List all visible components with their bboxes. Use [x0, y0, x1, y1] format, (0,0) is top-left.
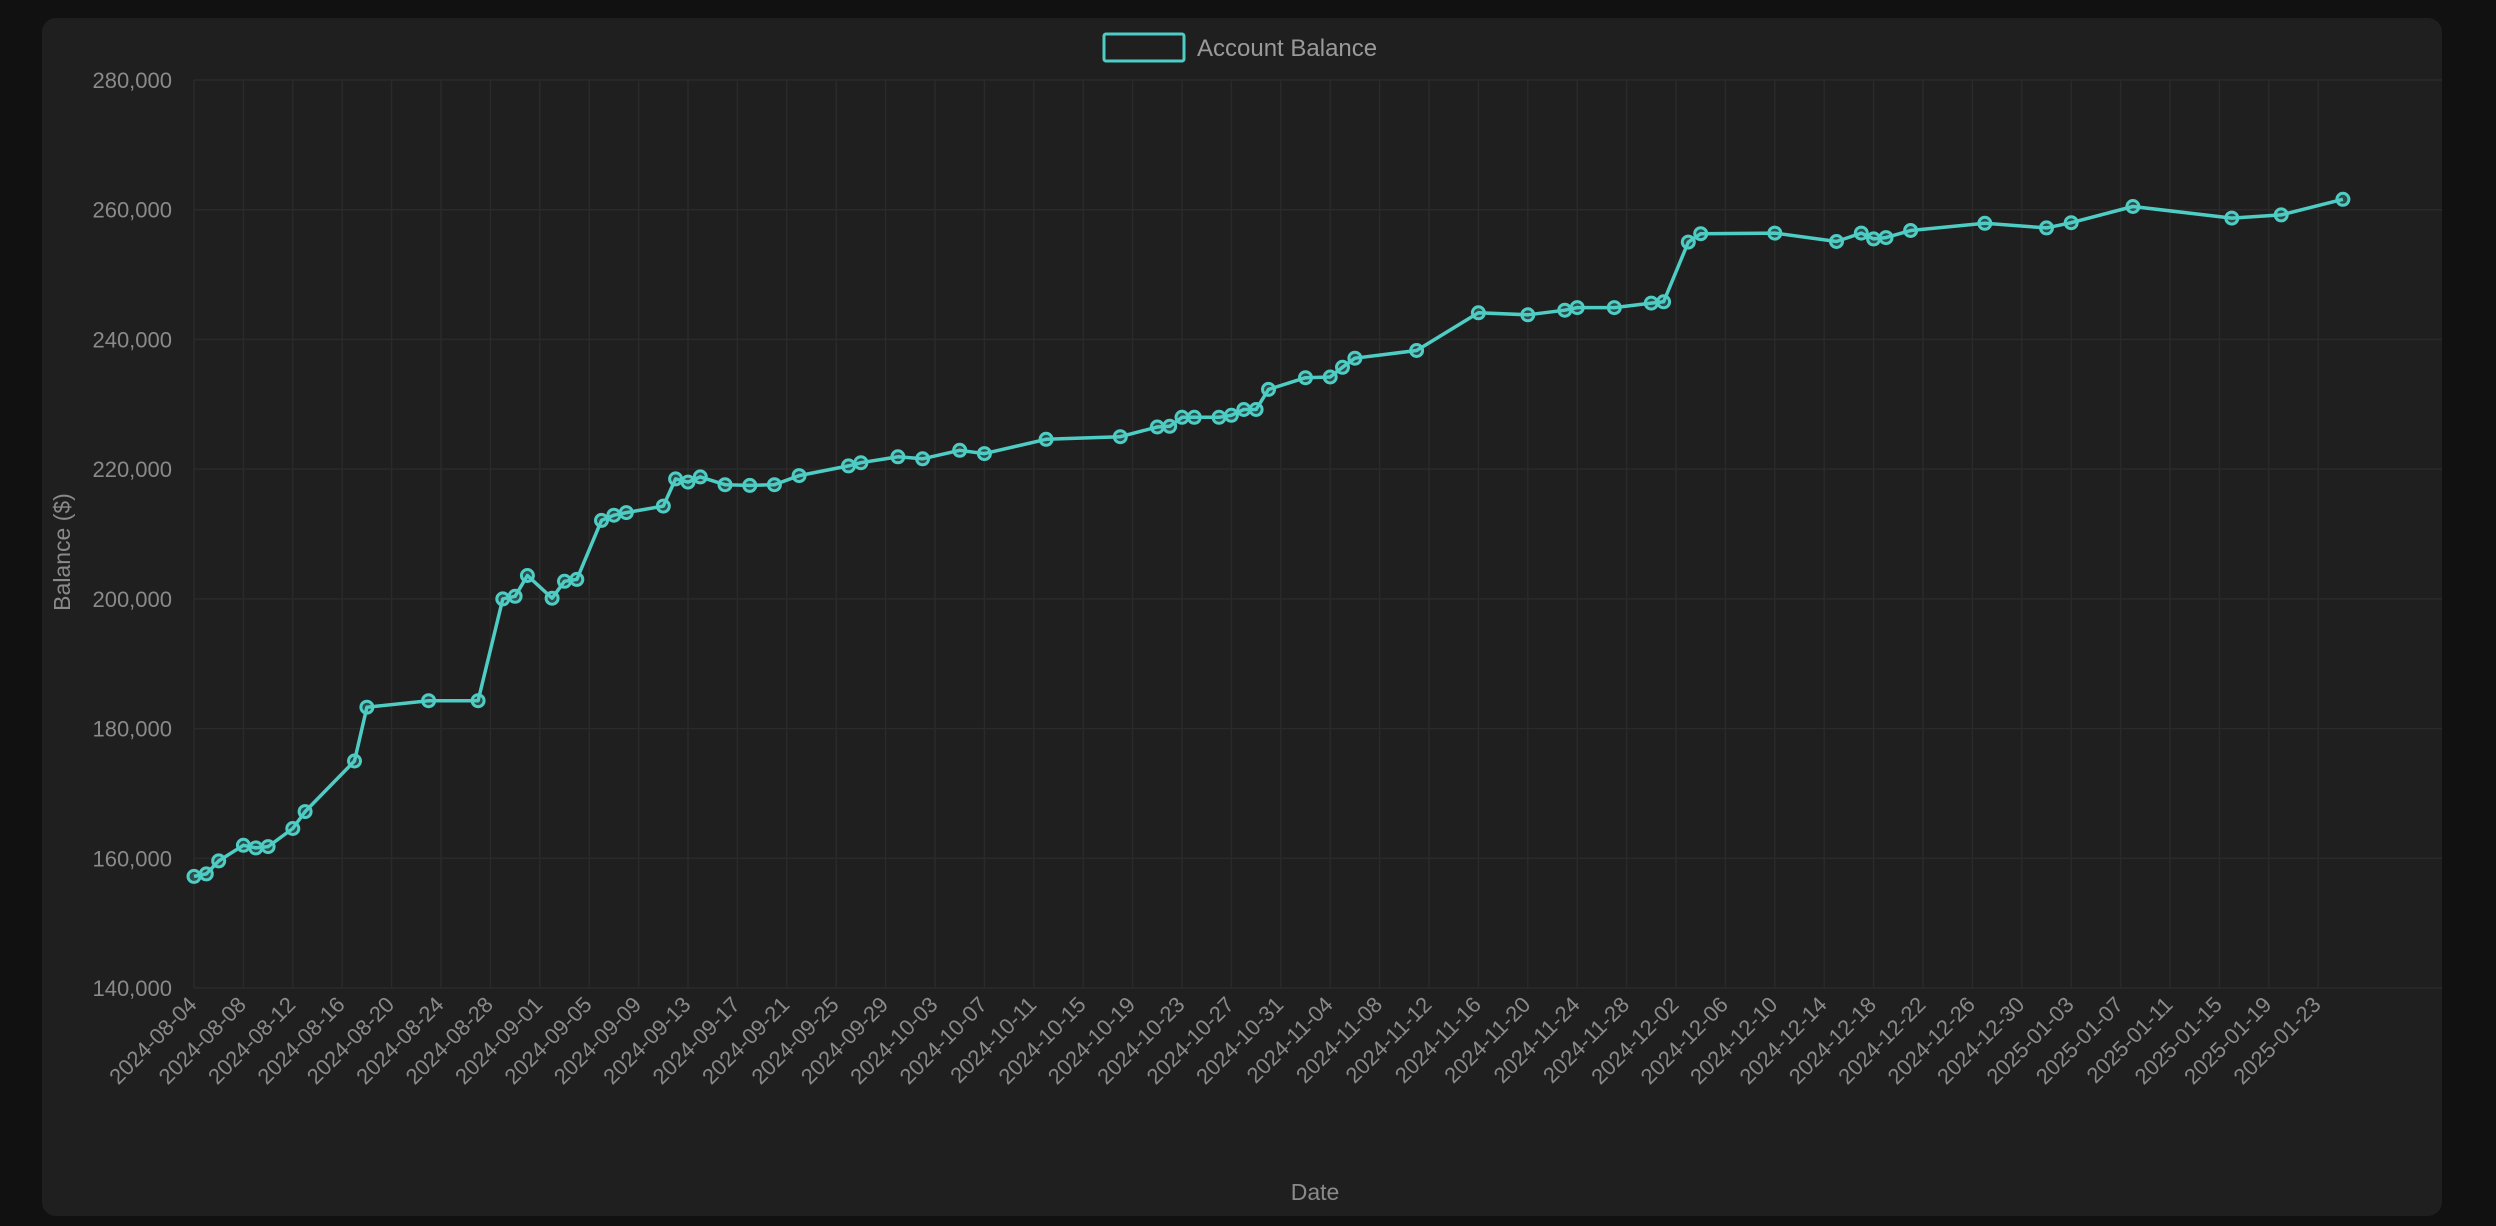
series-account-balance: [186, 191, 2351, 884]
y-tick-label: 180,000: [92, 717, 172, 742]
data-point[interactable]: [766, 477, 782, 493]
data-point[interactable]: [952, 442, 968, 458]
data-point[interactable]: [853, 455, 869, 471]
data-point[interactable]: [841, 458, 856, 474]
data-point[interactable]: [1298, 370, 1313, 386]
data-point[interactable]: [655, 498, 671, 514]
data-point[interactable]: [470, 693, 486, 709]
legend-swatch[interactable]: [1102, 32, 1186, 63]
data-point[interactable]: [606, 507, 622, 523]
data-point[interactable]: [1211, 409, 1227, 425]
data-point[interactable]: [1347, 350, 1363, 366]
data-point[interactable]: [1038, 431, 1054, 447]
data-point[interactable]: [1866, 231, 1882, 247]
data-point[interactable]: [235, 837, 251, 853]
data-point[interactable]: [1162, 418, 1178, 434]
data-point[interactable]: [359, 699, 375, 715]
data-point[interactable]: [1557, 302, 1573, 318]
data-point[interactable]: [2224, 210, 2240, 226]
data-point[interactable]: [2063, 215, 2079, 231]
y-tick-label: 160,000: [92, 846, 172, 871]
data-point[interactable]: [495, 591, 511, 607]
data-point[interactable]: [1903, 223, 1919, 238]
grid-lines: [193, 79, 2442, 989]
data-point[interactable]: [1853, 225, 1869, 241]
data-point[interactable]: [1149, 419, 1165, 435]
y-tick-label: 260,000: [92, 198, 172, 223]
data-point[interactable]: [1322, 369, 1338, 385]
data-point[interactable]: [692, 469, 708, 485]
data-point[interactable]: [1335, 359, 1350, 375]
data-point[interactable]: [1569, 300, 1585, 316]
data-point[interactable]: [297, 804, 313, 820]
y-tick-label: 220,000: [92, 457, 172, 482]
y-tick-label: 140,000: [92, 976, 172, 1001]
data-point[interactable]: [569, 571, 585, 587]
data-point[interactable]: [594, 512, 609, 528]
data-point[interactable]: [890, 449, 906, 465]
series-line: [193, 197, 2344, 879]
legend-label[interactable]: Account Balance: [1197, 35, 1377, 62]
data-point[interactable]: [791, 468, 807, 484]
data-point[interactable]: [1409, 343, 1425, 358]
y-tick-label: 280,000: [92, 68, 172, 93]
data-point[interactable]: [1236, 402, 1252, 417]
data-point[interactable]: [1643, 295, 1659, 311]
data-point[interactable]: [1829, 234, 1844, 249]
y-tick-label: 200,000: [92, 587, 172, 612]
y-tick-label: 240,000: [92, 327, 172, 352]
data-point[interactable]: [742, 477, 758, 493]
data-point[interactable]: [186, 868, 202, 884]
data-point[interactable]: [248, 840, 264, 856]
data-point[interactable]: [1680, 234, 1696, 250]
data-point[interactable]: [680, 474, 696, 490]
data-point[interactable]: [519, 568, 535, 583]
data-point[interactable]: [915, 451, 931, 467]
data-point[interactable]: [211, 853, 227, 869]
data-point[interactable]: [2273, 207, 2289, 223]
y-axis: 140,000 160,000 180,000 200,000 220,000 240,0…: [92, 68, 172, 1001]
legend[interactable]: Account Balance: [1102, 32, 1377, 63]
data-point[interactable]: [557, 573, 572, 589]
data-point[interactable]: [618, 505, 634, 521]
data-point[interactable]: [1470, 305, 1486, 321]
data-point[interactable]: [260, 839, 276, 855]
data-point[interactable]: [2039, 220, 2054, 236]
chart-card: 140,000 160,000 180,000 200,000 220,000 240,0…: [42, 18, 2442, 1216]
data-point[interactable]: [1223, 407, 1239, 423]
data-point[interactable]: [1606, 300, 1622, 316]
data-point[interactable]: [507, 588, 523, 604]
x-axis-title: Date: [1291, 1179, 1340, 1205]
x-axis: 2024-08-042024-08-082024-08-122024-08-16…: [104, 992, 2325, 1089]
data-point[interactable]: [198, 866, 214, 882]
data-point[interactable]: [1693, 226, 1709, 242]
data-point[interactable]: [544, 590, 560, 606]
data-point[interactable]: [976, 446, 992, 462]
data-point[interactable]: [347, 753, 362, 769]
data-point[interactable]: [1878, 230, 1894, 246]
data-point[interactable]: [668, 471, 684, 487]
data-point[interactable]: [1186, 409, 1202, 425]
data-point[interactable]: [2125, 199, 2141, 214]
data-point[interactable]: [1520, 307, 1536, 323]
data-point[interactable]: [421, 693, 437, 709]
data-point[interactable]: [1261, 381, 1276, 397]
data-point[interactable]: [2335, 191, 2351, 207]
y-axis-title: Balance ($): [49, 493, 75, 611]
data-point[interactable]: [1977, 215, 1993, 231]
data-point[interactable]: [285, 821, 301, 836]
data-point[interactable]: [1112, 429, 1128, 445]
data-point[interactable]: [1656, 294, 1672, 310]
data-point[interactable]: [717, 477, 733, 493]
data-point[interactable]: [1767, 225, 1783, 241]
data-point[interactable]: [1248, 402, 1264, 417]
data-point[interactable]: [1174, 409, 1190, 425]
balance-line-chart: 140,000 160,000 180,000 200,000 220,000 240,0…: [49, 32, 2442, 1205]
